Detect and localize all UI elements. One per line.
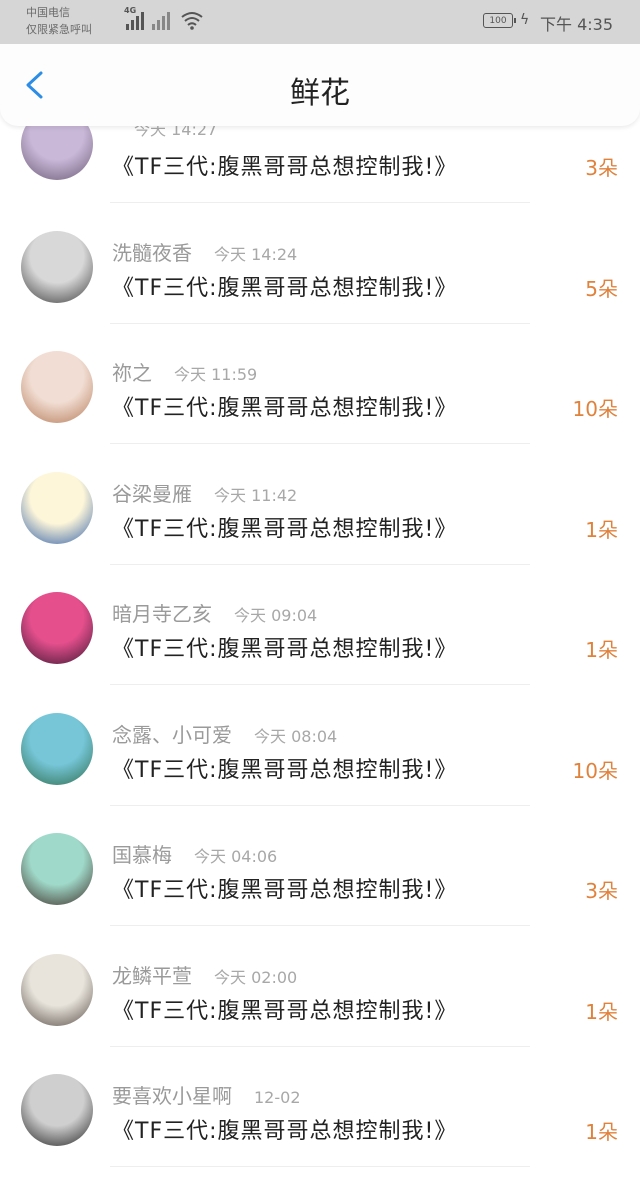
sender-line: 要喜欢小星啊 12-02 bbox=[112, 1080, 301, 1109]
flower-count: 3朵 bbox=[585, 156, 618, 180]
status-bar: 中国电信 仅限紧急呼叫 4G 100 ϟ 下午 4:35 bbox=[0, 0, 640, 44]
sender-name[interactable]: 念露、小可爱 bbox=[112, 723, 232, 747]
sender-name[interactable]: 国慕梅 bbox=[112, 843, 172, 867]
row-divider bbox=[110, 804, 530, 806]
flower-count: 10朵 bbox=[572, 758, 618, 783]
flower-count: 5朵 bbox=[585, 276, 618, 301]
nav-header: 鲜花 bbox=[0, 44, 640, 126]
sender-line: 念露、小可爱 今天 08:04 bbox=[112, 719, 337, 748]
user-avatar[interactable] bbox=[21, 953, 93, 1026]
charging-icon: ϟ bbox=[520, 12, 530, 28]
book-title: 《TF三代:腹黑哥哥总想控制我!》 bbox=[112, 878, 458, 903]
user-avatar[interactable] bbox=[21, 712, 93, 785]
sender-line: 洗髓夜香 今天 14:24 bbox=[112, 237, 297, 266]
row-divider bbox=[110, 1045, 530, 1047]
book-title: 《TF三代:腹黑哥哥总想控制我!》 bbox=[112, 516, 458, 542]
row-divider bbox=[110, 563, 530, 565]
sent-time: 今天 08:04 bbox=[254, 726, 338, 746]
flower-list-item[interactable]: 谷梁曼雁 今天 11:42 《TF三代:腹黑哥哥总想控制我!》 1朵 bbox=[0, 466, 640, 586]
flower-list-item[interactable]: 要喜欢小星啊 12-02 《TF三代:腹黑哥哥总想控制我!》 1朵 bbox=[0, 1068, 640, 1188]
sent-time: 今天 04:06 bbox=[194, 847, 278, 866]
book-title: 《TF三代:腹黑哥哥总想控制我!》 bbox=[112, 998, 458, 1024]
user-avatar[interactable] bbox=[21, 351, 93, 423]
sent-time: 今天 11:42 bbox=[214, 485, 298, 505]
sent-time: 今天 02:00 bbox=[214, 967, 298, 987]
flower-count: 10朵 bbox=[572, 397, 618, 421]
sender-line: 龙鳞平萱 今天 02:00 bbox=[112, 960, 297, 989]
row-divider bbox=[110, 322, 530, 324]
sender-name[interactable]: 龙鳞平萱 bbox=[112, 964, 192, 988]
sender-name[interactable]: 祢之 bbox=[112, 361, 152, 385]
user-avatar[interactable] bbox=[21, 833, 93, 905]
flower-count: 1朵 bbox=[585, 517, 618, 542]
book-title: 《TF三代:腹黑哥哥总想控制我!》 bbox=[112, 1119, 458, 1144]
row-divider bbox=[110, 202, 530, 203]
signal-icon: 4G bbox=[124, 6, 144, 30]
user-avatar[interactable] bbox=[21, 471, 93, 544]
carrier-name: 中国电信 bbox=[26, 6, 70, 19]
user-avatar[interactable] bbox=[21, 1074, 93, 1146]
book-title: 《TF三代:腹黑哥哥总想控制我!》 bbox=[112, 757, 458, 783]
flower-list-item[interactable]: 祢之 今天 11:59 《TF三代:腹黑哥哥总想控制我!》 10朵 bbox=[0, 345, 640, 465]
sender-name[interactable]: 要喜欢小星啊 bbox=[112, 1084, 232, 1108]
sender-line: 国慕梅 今天 04:06 bbox=[112, 839, 277, 868]
battery-icon: 100 bbox=[483, 13, 516, 28]
sent-time: 12-02 bbox=[254, 1088, 301, 1107]
sender-name[interactable]: 洗髓夜香 bbox=[112, 241, 192, 265]
sender-name[interactable]: 谷梁曼雁 bbox=[112, 482, 192, 506]
row-divider bbox=[110, 1166, 530, 1167]
carrier-info: 中国电信 仅限紧急呼叫 bbox=[26, 4, 92, 38]
flower-list-item[interactable]: 念露、小可爱 今天 08:04 《TF三代:腹黑哥哥总想控制我!》 10朵 bbox=[0, 707, 640, 827]
page-title: 鲜花 bbox=[290, 76, 350, 111]
flower-list-item[interactable]: 龙鳞平萱 今天 02:00 《TF三代:腹黑哥哥总想控制我!》 1朵 bbox=[0, 948, 640, 1068]
row-divider bbox=[110, 925, 530, 926]
flower-list-item[interactable]: 暗月寺乙亥 今天 09:04 《TF三代:腹黑哥哥总想控制我!》 1朵 bbox=[0, 586, 640, 706]
network-type-label: 4G bbox=[124, 6, 137, 15]
row-divider bbox=[110, 443, 530, 444]
carrier-emergency: 仅限紧急呼叫 bbox=[26, 23, 92, 36]
signal-2-icon bbox=[152, 10, 170, 30]
sender-line: 谷梁曼雁 今天 11:42 bbox=[112, 478, 297, 507]
book-title: 《TF三代:腹黑哥哥总想控制我!》 bbox=[112, 155, 458, 180]
flower-list-item[interactable]: 国慕梅 今天 04:06 《TF三代:腹黑哥哥总想控制我!》 3朵 bbox=[0, 827, 640, 947]
sent-time: 今天 11:59 bbox=[174, 365, 258, 384]
flower-count: 3朵 bbox=[585, 879, 618, 903]
sent-time: 今天 14:24 bbox=[214, 244, 298, 264]
row-divider bbox=[110, 684, 530, 685]
status-time: 下午 4:35 bbox=[540, 15, 614, 34]
sent-time: 今天 09:04 bbox=[234, 606, 318, 625]
book-title: 《TF三代:腹黑哥哥总想控制我!》 bbox=[112, 396, 458, 421]
flower-count: 1朵 bbox=[585, 638, 618, 662]
sender-line: 暗月寺乙亥 今天 09:04 bbox=[112, 598, 317, 627]
book-title: 《TF三代:腹黑哥哥总想控制我!》 bbox=[112, 275, 458, 301]
sender-name[interactable]: 暗月寺乙亥 bbox=[112, 602, 212, 626]
flower-count: 1朵 bbox=[585, 1120, 618, 1144]
wifi-icon bbox=[181, 12, 203, 30]
user-avatar[interactable] bbox=[21, 592, 93, 664]
flower-list-item[interactable]: 洗髓夜香 今天 14:24 《TF三代:腹黑哥哥总想控制我!》 5朵 bbox=[0, 225, 640, 345]
sender-line: 祢之 今天 11:59 bbox=[112, 357, 257, 386]
flower-count: 1朵 bbox=[585, 999, 618, 1024]
user-avatar[interactable] bbox=[21, 230, 93, 303]
book-title: 《TF三代:腹黑哥哥总想控制我!》 bbox=[112, 637, 458, 662]
